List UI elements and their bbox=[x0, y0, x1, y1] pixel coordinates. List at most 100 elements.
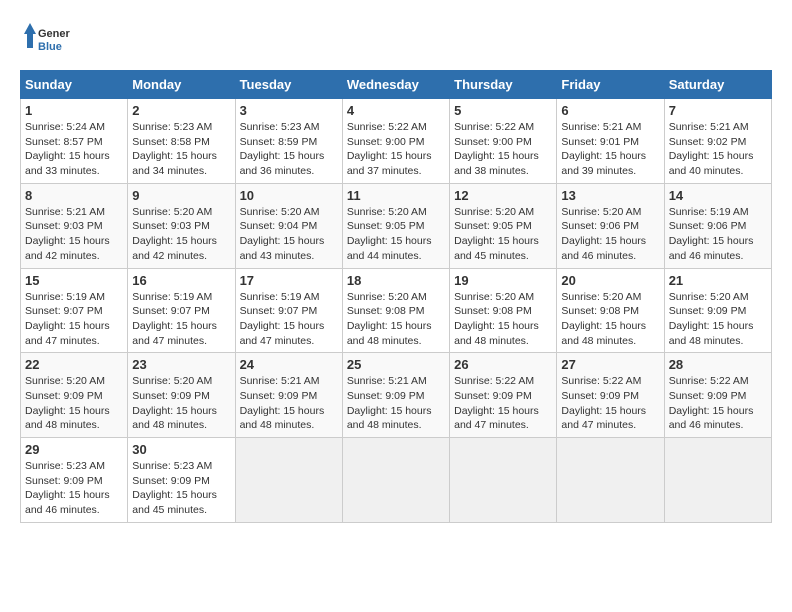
day-number: 3 bbox=[240, 103, 338, 118]
calendar-cell: 15 Sunrise: 5:19 AMSunset: 9:07 PMDayligh… bbox=[21, 268, 128, 353]
calendar-cell: 13 Sunrise: 5:20 AMSunset: 9:06 PMDayligh… bbox=[557, 183, 664, 268]
day-number: 4 bbox=[347, 103, 445, 118]
day-number: 20 bbox=[561, 273, 659, 288]
cell-info: Sunrise: 5:20 AMSunset: 9:04 PMDaylight:… bbox=[240, 205, 338, 264]
cell-info: Sunrise: 5:20 AMSunset: 9:08 PMDaylight:… bbox=[561, 290, 659, 349]
cell-info: Sunrise: 5:22 AMSunset: 9:09 PMDaylight:… bbox=[561, 374, 659, 433]
day-number: 2 bbox=[132, 103, 230, 118]
calendar-cell: 16 Sunrise: 5:19 AMSunset: 9:07 PMDayligh… bbox=[128, 268, 235, 353]
logo: General Blue bbox=[20, 20, 70, 60]
day-number: 12 bbox=[454, 188, 552, 203]
day-number: 29 bbox=[25, 442, 123, 457]
calendar-cell: 1 Sunrise: 5:24 AMSunset: 8:57 PMDaylight… bbox=[21, 99, 128, 184]
cell-info: Sunrise: 5:19 AMSunset: 9:07 PMDaylight:… bbox=[132, 290, 230, 349]
calendar-table: SundayMondayTuesdayWednesdayThursdayFrid… bbox=[20, 70, 772, 523]
day-number: 19 bbox=[454, 273, 552, 288]
calendar-week-row: 29 Sunrise: 5:23 AMSunset: 9:09 PMDayligh… bbox=[21, 438, 772, 523]
calendar-cell: 10 Sunrise: 5:20 AMSunset: 9:04 PMDayligh… bbox=[235, 183, 342, 268]
header: General Blue bbox=[20, 20, 772, 60]
calendar-cell: 29 Sunrise: 5:23 AMSunset: 9:09 PMDayligh… bbox=[21, 438, 128, 523]
day-number: 21 bbox=[669, 273, 767, 288]
calendar-cell: 7 Sunrise: 5:21 AMSunset: 9:02 PMDaylight… bbox=[664, 99, 771, 184]
cell-info: Sunrise: 5:20 AMSunset: 9:06 PMDaylight:… bbox=[561, 205, 659, 264]
cell-info: Sunrise: 5:22 AMSunset: 9:00 PMDaylight:… bbox=[454, 120, 552, 179]
calendar-cell: 9 Sunrise: 5:20 AMSunset: 9:03 PMDaylight… bbox=[128, 183, 235, 268]
day-number: 13 bbox=[561, 188, 659, 203]
day-number: 14 bbox=[669, 188, 767, 203]
calendar-cell: 27 Sunrise: 5:22 AMSunset: 9:09 PMDayligh… bbox=[557, 353, 664, 438]
day-number: 6 bbox=[561, 103, 659, 118]
cell-info: Sunrise: 5:20 AMSunset: 9:09 PMDaylight:… bbox=[132, 374, 230, 433]
calendar-week-row: 8 Sunrise: 5:21 AMSunset: 9:03 PMDaylight… bbox=[21, 183, 772, 268]
cell-info: Sunrise: 5:20 AMSunset: 9:08 PMDaylight:… bbox=[347, 290, 445, 349]
day-number: 17 bbox=[240, 273, 338, 288]
day-number: 8 bbox=[25, 188, 123, 203]
day-number: 7 bbox=[669, 103, 767, 118]
day-number: 25 bbox=[347, 357, 445, 372]
cell-info: Sunrise: 5:19 AMSunset: 9:07 PMDaylight:… bbox=[240, 290, 338, 349]
calendar-cell: 21 Sunrise: 5:20 AMSunset: 9:09 PMDayligh… bbox=[664, 268, 771, 353]
cell-info: Sunrise: 5:24 AMSunset: 8:57 PMDaylight:… bbox=[25, 120, 123, 179]
calendar-cell: 28 Sunrise: 5:22 AMSunset: 9:09 PMDayligh… bbox=[664, 353, 771, 438]
calendar-cell bbox=[235, 438, 342, 523]
calendar-week-row: 1 Sunrise: 5:24 AMSunset: 8:57 PMDaylight… bbox=[21, 99, 772, 184]
weekday-header-friday: Friday bbox=[557, 71, 664, 99]
day-number: 16 bbox=[132, 273, 230, 288]
day-number: 28 bbox=[669, 357, 767, 372]
cell-info: Sunrise: 5:23 AMSunset: 9:09 PMDaylight:… bbox=[25, 459, 123, 518]
cell-info: Sunrise: 5:21 AMSunset: 9:09 PMDaylight:… bbox=[240, 374, 338, 433]
weekday-header-monday: Monday bbox=[128, 71, 235, 99]
calendar-cell: 18Sunrise: 5:20 AMSunset: 9:08 PMDayligh… bbox=[342, 268, 449, 353]
day-number: 9 bbox=[132, 188, 230, 203]
cell-info: Sunrise: 5:20 AMSunset: 9:03 PMDaylight:… bbox=[132, 205, 230, 264]
calendar-cell: 3Sunrise: 5:23 AMSunset: 8:59 PMDaylight… bbox=[235, 99, 342, 184]
calendar-cell: 25 Sunrise: 5:21 AMSunset: 9:09 PMDayligh… bbox=[342, 353, 449, 438]
day-number: 24 bbox=[240, 357, 338, 372]
day-number: 23 bbox=[132, 357, 230, 372]
weekday-header-thursday: Thursday bbox=[450, 71, 557, 99]
logo-svg: General Blue bbox=[20, 20, 70, 60]
calendar-cell: 4 Sunrise: 5:22 AMSunset: 9:00 PMDaylight… bbox=[342, 99, 449, 184]
cell-info: Sunrise: 5:20 AMSunset: 9:09 PMDaylight:… bbox=[25, 374, 123, 433]
weekday-header-wednesday: Wednesday bbox=[342, 71, 449, 99]
day-number: 1 bbox=[25, 103, 123, 118]
svg-text:Blue: Blue bbox=[38, 41, 62, 53]
calendar-week-row: 22 Sunrise: 5:20 AMSunset: 9:09 PMDayligh… bbox=[21, 353, 772, 438]
calendar-cell bbox=[557, 438, 664, 523]
day-number: 27 bbox=[561, 357, 659, 372]
day-number: 26 bbox=[454, 357, 552, 372]
cell-info: Sunrise: 5:23 AMSunset: 9:09 PMDaylight:… bbox=[132, 459, 230, 518]
weekday-header-row: SundayMondayTuesdayWednesdayThursdayFrid… bbox=[21, 71, 772, 99]
cell-info: Sunrise: 5:19 AMSunset: 9:06 PMDaylight:… bbox=[669, 205, 767, 264]
cell-info: Sunrise: 5:22 AMSunset: 9:09 PMDaylight:… bbox=[454, 374, 552, 433]
weekday-header-sunday: Sunday bbox=[21, 71, 128, 99]
calendar-cell: 17 Sunrise: 5:19 AMSunset: 9:07 PMDayligh… bbox=[235, 268, 342, 353]
calendar-cell: 5 Sunrise: 5:22 AMSunset: 9:00 PMDaylight… bbox=[450, 99, 557, 184]
day-number: 22 bbox=[25, 357, 123, 372]
cell-info: Sunrise: 5:23 AMSunset: 8:58 PMDaylight:… bbox=[132, 120, 230, 179]
day-number: 5 bbox=[454, 103, 552, 118]
cell-info: Sunrise: 5:20 AMSunset: 9:09 PMDaylight:… bbox=[669, 290, 767, 349]
calendar-cell: 6Sunrise: 5:21 AMSunset: 9:01 PMDaylight… bbox=[557, 99, 664, 184]
cell-info: Sunrise: 5:19 AMSunset: 9:07 PMDaylight:… bbox=[25, 290, 123, 349]
cell-info: Sunrise: 5:21 AMSunset: 9:03 PMDaylight:… bbox=[25, 205, 123, 264]
calendar-week-row: 15 Sunrise: 5:19 AMSunset: 9:07 PMDayligh… bbox=[21, 268, 772, 353]
calendar-cell: 8 Sunrise: 5:21 AMSunset: 9:03 PMDaylight… bbox=[21, 183, 128, 268]
cell-info: Sunrise: 5:22 AMSunset: 9:09 PMDaylight:… bbox=[669, 374, 767, 433]
cell-info: Sunrise: 5:20 AMSunset: 9:05 PMDaylight:… bbox=[454, 205, 552, 264]
cell-info: Sunrise: 5:20 AMSunset: 9:08 PMDaylight:… bbox=[454, 290, 552, 349]
calendar-cell: 11Sunrise: 5:20 AMSunset: 9:05 PMDayligh… bbox=[342, 183, 449, 268]
cell-info: Sunrise: 5:21 AMSunset: 9:02 PMDaylight:… bbox=[669, 120, 767, 179]
day-number: 10 bbox=[240, 188, 338, 203]
calendar-cell bbox=[450, 438, 557, 523]
day-number: 11 bbox=[347, 188, 445, 203]
calendar-cell: 12 Sunrise: 5:20 AMSunset: 9:05 PMDayligh… bbox=[450, 183, 557, 268]
calendar-cell: 2 Sunrise: 5:23 AMSunset: 8:58 PMDaylight… bbox=[128, 99, 235, 184]
calendar-cell: 14 Sunrise: 5:19 AMSunset: 9:06 PMDayligh… bbox=[664, 183, 771, 268]
svg-text:General: General bbox=[38, 28, 70, 40]
cell-info: Sunrise: 5:22 AMSunset: 9:00 PMDaylight:… bbox=[347, 120, 445, 179]
calendar-cell: 20 Sunrise: 5:20 AMSunset: 9:08 PMDayligh… bbox=[557, 268, 664, 353]
cell-info: Sunrise: 5:21 AMSunset: 9:09 PMDaylight:… bbox=[347, 374, 445, 433]
calendar-cell bbox=[342, 438, 449, 523]
day-number: 15 bbox=[25, 273, 123, 288]
